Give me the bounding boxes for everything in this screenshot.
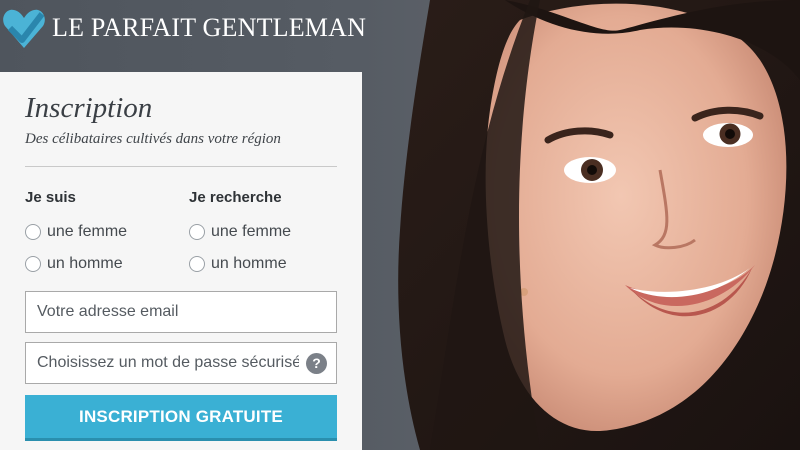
radio-button[interactable] <box>189 224 205 240</box>
brand-name[interactable]: LE PARFAIT GENTLEMAN <box>52 13 366 43</box>
radio-label: un homme <box>211 255 287 272</box>
email-field[interactable] <box>25 291 337 333</box>
password-input[interactable] <box>37 343 299 383</box>
i-am-label: Je suis <box>25 189 76 206</box>
i-am-option-woman[interactable]: une femme <box>25 222 127 242</box>
radio-button[interactable] <box>189 256 205 272</box>
radio-label: une femme <box>211 223 292 240</box>
divider <box>25 166 337 167</box>
i-am-group: Je suis une femme un homme <box>25 188 127 286</box>
looking-for-option-man[interactable]: un homme <box>189 254 291 274</box>
radio-button[interactable] <box>25 224 41 240</box>
radio-button[interactable] <box>25 256 41 272</box>
looking-for-label: Je recherche <box>189 189 282 206</box>
email-input[interactable] <box>37 292 317 332</box>
site-header: LE PARFAIT GENTLEMAN <box>0 0 800 60</box>
signup-panel: Inscription Des célibataires cultivés da… <box>0 72 362 450</box>
looking-for-option-woman[interactable]: une femme <box>189 222 291 242</box>
signup-button[interactable]: INSCRIPTION GRATUITE <box>25 395 337 441</box>
radio-label: un homme <box>47 255 123 272</box>
looking-for-group: Je recherche une femme un homme <box>189 188 291 286</box>
heart-check-icon[interactable] <box>2 6 46 52</box>
password-field[interactable]: ? <box>25 342 337 384</box>
i-am-option-man[interactable]: un homme <box>25 254 127 274</box>
form-subtitle: Des célibataires cultivés dans votre rég… <box>25 131 281 147</box>
radio-label: une femme <box>47 223 128 240</box>
form-title: Inscription <box>25 92 153 124</box>
help-icon[interactable]: ? <box>306 353 327 374</box>
